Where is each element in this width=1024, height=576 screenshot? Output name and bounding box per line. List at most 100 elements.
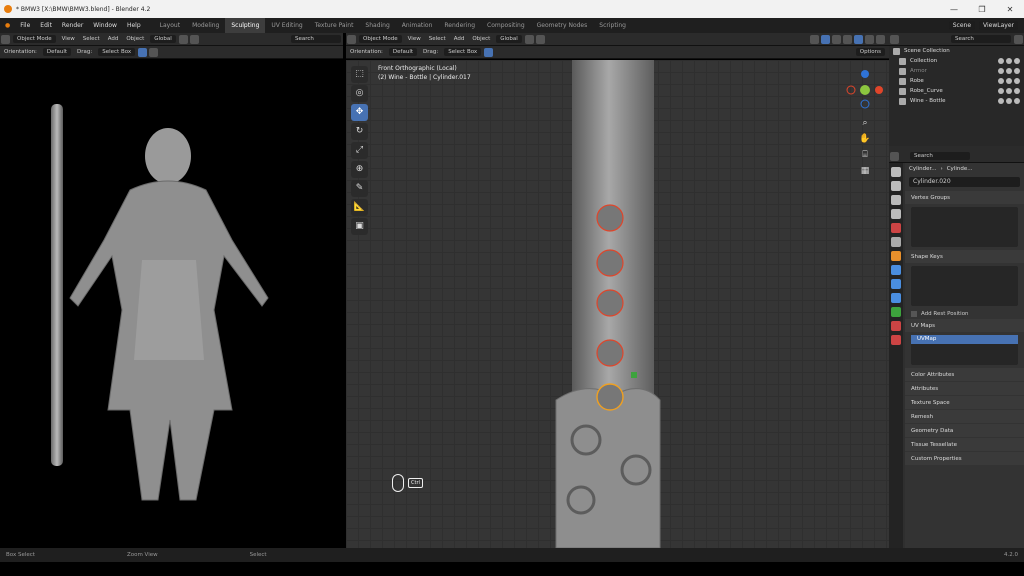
properties-type-icon[interactable] [890, 151, 899, 161]
outliner-row[interactable]: Collection [889, 56, 1024, 66]
mesh-name-field[interactable]: Cylinder.020 [909, 177, 1020, 187]
collapsed-section[interactable]: Texture Space [905, 396, 1024, 409]
add-rest-position-checkbox[interactable]: Add Rest Position [905, 309, 1024, 319]
main-select-mode-icon[interactable] [484, 47, 494, 57]
proportional-icon[interactable] [189, 34, 199, 44]
tab-texture-paint[interactable]: Texture Paint [309, 18, 360, 33]
main-mode-dropdown[interactable]: Object Mode [359, 35, 402, 43]
editor-type-icon[interactable] [1, 34, 10, 44]
tab-layout[interactable]: Layout [154, 18, 186, 33]
outliner-search[interactable]: Search [951, 35, 1011, 43]
shading-material-icon[interactable] [865, 34, 874, 44]
shape-keys-section[interactable]: Shape Keys [905, 250, 1024, 263]
main-snap-icon[interactable] [524, 34, 534, 44]
maximize-button[interactable]: ❐ [968, 5, 996, 14]
tab-uv-editing[interactable]: UV Editing [265, 18, 308, 33]
tab-modeling[interactable]: Modeling [186, 18, 225, 33]
outliner-row[interactable]: Robe_Curve [889, 86, 1024, 96]
close-button[interactable]: ✕ [996, 5, 1024, 14]
tab-rendering[interactable]: Rendering [438, 18, 481, 33]
mesh-data-tab-icon[interactable] [891, 307, 901, 317]
world-tab-icon[interactable] [891, 237, 901, 247]
gizmo-toggle-icon[interactable] [810, 34, 819, 44]
shading-solid-icon[interactable] [854, 34, 863, 44]
uv-maps-section[interactable]: UV Maps [905, 319, 1024, 332]
tab-animation[interactable]: Animation [396, 18, 439, 33]
tab-scripting[interactable]: Scripting [593, 18, 632, 33]
vertex-groups-section[interactable]: Vertex Groups [905, 191, 1024, 204]
physics-tab-icon[interactable] [891, 293, 901, 303]
tool-tab-icon[interactable] [891, 167, 901, 177]
modifier-tab-icon[interactable] [891, 265, 901, 275]
left-drag-dropdown[interactable]: Select Box [98, 48, 136, 56]
left-menu-select[interactable]: Select [79, 36, 104, 42]
shape-keys-list[interactable] [911, 266, 1018, 306]
main-menu-add[interactable]: Add [450, 36, 469, 42]
main-menu-view[interactable]: View [404, 36, 425, 42]
collapsed-section[interactable]: Remesh [905, 410, 1024, 423]
main-viewport[interactable]: ⬚ ◎ ✥ ↻ ⤢ ⊕ ✎ 📐 ▣ Front Orthographic (Lo… [346, 60, 889, 548]
main-proportional-icon[interactable] [535, 34, 545, 44]
tab-compositing[interactable]: Compositing [481, 18, 531, 33]
left-menu-add[interactable]: Add [104, 36, 123, 42]
left-transform-dropdown[interactable]: Global [150, 35, 176, 43]
grid-view-icon[interactable]: ▦ [845, 166, 885, 176]
main-transform-dropdown[interactable]: Global [496, 35, 522, 43]
blender-menu-icon[interactable]: ● [0, 22, 15, 29]
minimize-button[interactable]: — [940, 5, 968, 14]
scene-selector[interactable]: Scene [948, 21, 976, 30]
uv-maps-list[interactable]: UVMap [911, 335, 1018, 365]
select-extend-icon[interactable] [149, 47, 159, 57]
vertex-groups-list[interactable] [911, 207, 1018, 247]
left-mode-dropdown[interactable]: Object Mode [13, 35, 56, 43]
viewlayer-selector[interactable]: ViewLayer [979, 21, 1018, 30]
tab-sculpting[interactable]: Sculpting [225, 18, 266, 33]
left-search-field[interactable]: Search [291, 35, 341, 43]
pan-icon[interactable]: ✋ [845, 134, 885, 144]
select-mode-icon[interactable] [138, 47, 148, 57]
particles-tab-icon[interactable] [891, 279, 901, 289]
menu-render[interactable]: Render [57, 22, 88, 29]
output-tab-icon[interactable] [891, 195, 901, 205]
left-menu-object[interactable]: Object [122, 36, 148, 42]
view-layer-tab-icon[interactable] [891, 209, 901, 219]
main-drag-dropdown[interactable]: Select Box [444, 48, 482, 56]
main-orientation-dropdown[interactable]: Default [388, 48, 418, 56]
outliner-scene-collection[interactable]: Scene Collection [889, 46, 1024, 56]
axis-gizmo[interactable] [845, 64, 885, 112]
object-tab-icon[interactable] [891, 251, 901, 261]
collapsed-section[interactable]: Attributes [905, 382, 1024, 395]
tab-shading[interactable]: Shading [359, 18, 395, 33]
properties-search[interactable]: Search [910, 152, 970, 160]
main-menu-object[interactable]: Object [468, 36, 494, 42]
xray-toggle-icon[interactable] [832, 34, 841, 44]
collapsed-section[interactable]: Color Attributes [905, 368, 1024, 381]
menu-window[interactable]: Window [88, 22, 122, 29]
outliner-row[interactable]: Armor [889, 66, 1024, 76]
collapsed-section[interactable]: Tissue Tessellate [905, 438, 1024, 451]
material-tab-icon[interactable] [891, 321, 901, 331]
shading-wire-icon[interactable] [843, 34, 852, 44]
overlay-toggle-icon[interactable] [821, 34, 830, 44]
menu-help[interactable]: Help [122, 22, 146, 29]
tab-geometry-nodes[interactable]: Geometry Nodes [531, 18, 594, 33]
left-menu-view[interactable]: View [58, 36, 79, 42]
filter-icon[interactable] [1014, 34, 1023, 44]
main-editor-type-icon[interactable] [347, 34, 356, 44]
render-tab-icon[interactable] [891, 181, 901, 191]
menu-file[interactable]: File [15, 22, 35, 29]
camera-icon[interactable]: ⌸ [845, 150, 885, 160]
collapsed-section[interactable]: Geometry Data [905, 424, 1024, 437]
snap-icon[interactable] [178, 34, 188, 44]
menu-edit[interactable]: Edit [35, 22, 57, 29]
left-viewport[interactable] [0, 60, 343, 548]
zoom-icon[interactable]: ⌕ [845, 118, 885, 128]
left-orientation-dropdown[interactable]: Default [42, 48, 72, 56]
outliner-type-icon[interactable] [890, 34, 899, 44]
shading-rendered-icon[interactable] [876, 34, 885, 44]
outliner-row[interactable]: Wine - Bottle [889, 96, 1024, 106]
scene-tab-icon[interactable] [891, 223, 901, 233]
uv-map-item[interactable]: UVMap [911, 335, 1018, 344]
collapsed-section[interactable]: Custom Properties [905, 452, 1024, 465]
main-menu-select[interactable]: Select [425, 36, 450, 42]
